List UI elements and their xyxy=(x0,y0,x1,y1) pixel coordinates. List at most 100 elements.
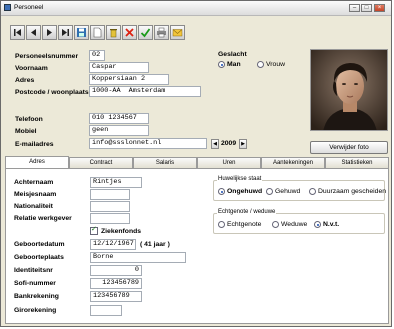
nvt-label: N.v.t. xyxy=(323,221,340,228)
cancel-button[interactable] xyxy=(122,25,137,40)
save-icon xyxy=(77,28,86,37)
verwijder-foto-button[interactable]: Verwijder foto xyxy=(310,141,388,154)
weduwe-label: Weduwe xyxy=(281,221,308,228)
meisjesnaam-field[interactable] xyxy=(90,189,130,200)
leeftijd-text: ( 41 jaar ) xyxy=(140,241,170,248)
geslacht-man-label: Man xyxy=(227,61,241,68)
mail-icon xyxy=(172,29,183,37)
sofinummer-field[interactable]: 123456789 xyxy=(90,278,142,289)
ziekenfonds-checkbox[interactable] xyxy=(90,225,98,235)
tab-aantekeningen[interactable]: Aantekeningen xyxy=(261,157,325,168)
achternaam-label: Achternaam xyxy=(14,179,54,186)
postcode-woonplaats-label: Postcode / woonplaats xyxy=(15,89,89,96)
girorekening-label: Girorekening xyxy=(14,307,57,314)
trash-icon xyxy=(110,29,117,38)
girorekening-field[interactable] xyxy=(90,305,122,316)
telefoon-field[interactable]: 010 1234567 xyxy=(89,113,149,124)
window-title: Personeel xyxy=(14,4,44,11)
save-button[interactable] xyxy=(74,25,89,40)
echtgenote-label: Echtgenote xyxy=(227,221,262,228)
bankrekening-field[interactable]: 123456789 xyxy=(90,291,142,302)
new-record-button[interactable] xyxy=(90,25,105,40)
adres-tab-pane: Achternaam Rintjes Meisjesnaam Nationali… xyxy=(5,168,389,324)
geboortedatum-field[interactable]: 12/12/1967 xyxy=(90,239,136,250)
ongehuwd-radio[interactable] xyxy=(218,188,225,195)
tab-uren[interactable]: Uren xyxy=(197,157,261,168)
printer-icon xyxy=(157,27,166,38)
geboorteplaats-field[interactable]: Borne xyxy=(90,252,186,263)
checkmark-icon xyxy=(140,28,151,38)
next-icon xyxy=(47,29,52,36)
portrait-image xyxy=(311,50,387,130)
close-button[interactable]: × xyxy=(374,4,385,12)
title-bar[interactable]: Personeel – □ × xyxy=(1,1,391,16)
ongehuwd-label: Ongehuwd xyxy=(227,188,263,195)
geboorteplaats-label: Geboorteplaats xyxy=(14,254,64,261)
tab-strip: Adres Contract Salaris Uren Aantekeninge… xyxy=(5,156,389,169)
personeelsnummer-field[interactable]: 02 xyxy=(89,50,105,61)
tab-statistieken[interactable]: Statistieken xyxy=(325,157,389,168)
maximize-button[interactable]: □ xyxy=(361,4,372,12)
app-icon xyxy=(4,4,11,11)
personeelsnummer-label: Personeelsnummer xyxy=(15,53,79,60)
telefoon-label: Telefoon xyxy=(15,116,43,123)
voornaam-field[interactable]: Caspar xyxy=(89,62,149,73)
nationaliteit-label: Nationaliteit xyxy=(14,203,53,210)
achternaam-field[interactable]: Rintjes xyxy=(90,177,142,188)
gehuwd-radio[interactable] xyxy=(266,188,273,195)
mobiel-label: Mobiel xyxy=(15,128,37,135)
first-record-button[interactable] xyxy=(10,25,25,40)
echtgenote-radio[interactable] xyxy=(218,221,225,228)
adres-label: Adres xyxy=(15,77,35,84)
next-record-button[interactable] xyxy=(42,25,57,40)
huwelijkse-staat-title: Huwelijkse staat xyxy=(217,176,263,182)
previous-record-button[interactable] xyxy=(26,25,41,40)
echtgenote-weduwe-title: Echtgenote / weduwe xyxy=(217,209,277,215)
mobiel-field[interactable]: geen xyxy=(89,125,149,136)
duurzaam-gescheiden-radio[interactable] xyxy=(309,188,316,195)
tab-contract[interactable]: Contract xyxy=(69,157,133,168)
previous-icon xyxy=(31,29,36,36)
print-button[interactable] xyxy=(154,25,169,40)
nvt-radio[interactable] xyxy=(314,221,321,228)
echtgenote-weduwe-group: Echtgenote / weduwe Echtgenote Weduwe N.… xyxy=(213,209,385,234)
geslacht-vrouw-radio[interactable] xyxy=(257,61,264,68)
tab-salaris[interactable]: Salaris xyxy=(133,157,197,168)
new-document-icon xyxy=(93,27,102,38)
bankrekening-label: Bankrekening xyxy=(14,293,59,300)
duurzaam-gescheiden-label: Duurzaam gescheiden xyxy=(318,188,387,195)
geslacht-man-radio[interactable] xyxy=(218,61,225,68)
woonplaats-field[interactable]: Amsterdam xyxy=(125,87,166,95)
year-prev-button[interactable]: ◀ xyxy=(211,139,219,149)
minimize-button[interactable]: – xyxy=(349,4,360,12)
last-record-button[interactable] xyxy=(58,25,73,40)
mail-button[interactable] xyxy=(170,25,185,40)
geboortedatum-label: Geboortedatum xyxy=(14,241,65,248)
year-value: 2009 xyxy=(221,140,237,147)
confirm-button[interactable] xyxy=(138,25,153,40)
adres-field[interactable]: Koppersiaan 2 xyxy=(89,74,169,85)
employee-photo xyxy=(310,49,388,131)
year-next-button[interactable]: ▶ xyxy=(239,139,247,149)
identiteitsnr-label: Identiteitsnr xyxy=(14,267,53,274)
postcode-woonplaats-row: 1000-AA Amsterdam xyxy=(89,86,201,97)
huwelijkse-staat-group: Huwelijkse staat Ongehuwd Gehuwd Duurzaa… xyxy=(213,176,387,201)
weduwe-radio[interactable] xyxy=(272,221,279,228)
relatie-werkgever-label: Relatie werkgever xyxy=(14,215,72,222)
personeel-window: Personeel – □ × Personeelsnummer 02 Voor… xyxy=(0,0,392,327)
email-label: E-mailadres xyxy=(15,141,54,148)
geslacht-vrouw-label: Vrouw xyxy=(266,61,286,68)
relatie-werkgever-field[interactable] xyxy=(90,213,130,224)
sofinummer-label: Sofi-nummer xyxy=(14,280,56,287)
postcode-field[interactable]: 1000-AA xyxy=(90,87,121,95)
meisjesnaam-label: Meisjesnaam xyxy=(14,191,57,198)
nationaliteit-field[interactable] xyxy=(90,201,130,212)
email-field[interactable]: info@ssslonnet.nl xyxy=(89,138,207,149)
gehuwd-label: Gehuwd xyxy=(275,188,301,195)
delete-button[interactable] xyxy=(106,25,121,40)
identiteitsnr-field[interactable]: 0 xyxy=(90,265,142,276)
cancel-icon xyxy=(125,28,134,37)
first-record-icon xyxy=(14,29,21,36)
ziekenfonds-label: Ziekenfonds xyxy=(101,228,142,235)
geslacht-label: Geslacht xyxy=(218,51,247,58)
